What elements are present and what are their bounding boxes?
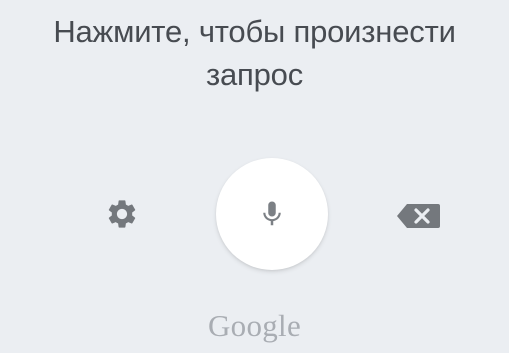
google-brand-label: Google <box>207 308 302 343</box>
microphone-icon <box>263 201 281 226</box>
voice-input-panel: Нажмите, чтобы произнести запрос Google <box>0 0 509 353</box>
settings-button[interactable] <box>105 197 139 231</box>
gear-icon <box>108 200 136 228</box>
voice-prompt-line-1: Нажмите, чтобы произнести <box>53 14 456 49</box>
voice-prompt: Нажмите, чтобы произнести запрос <box>0 10 509 96</box>
backspace-icon <box>397 204 440 228</box>
backspace-button[interactable] <box>396 202 442 230</box>
voice-prompt-line-2: запрос <box>205 57 304 92</box>
voice-controls <box>0 150 509 270</box>
microphone-button[interactable] <box>216 158 328 270</box>
